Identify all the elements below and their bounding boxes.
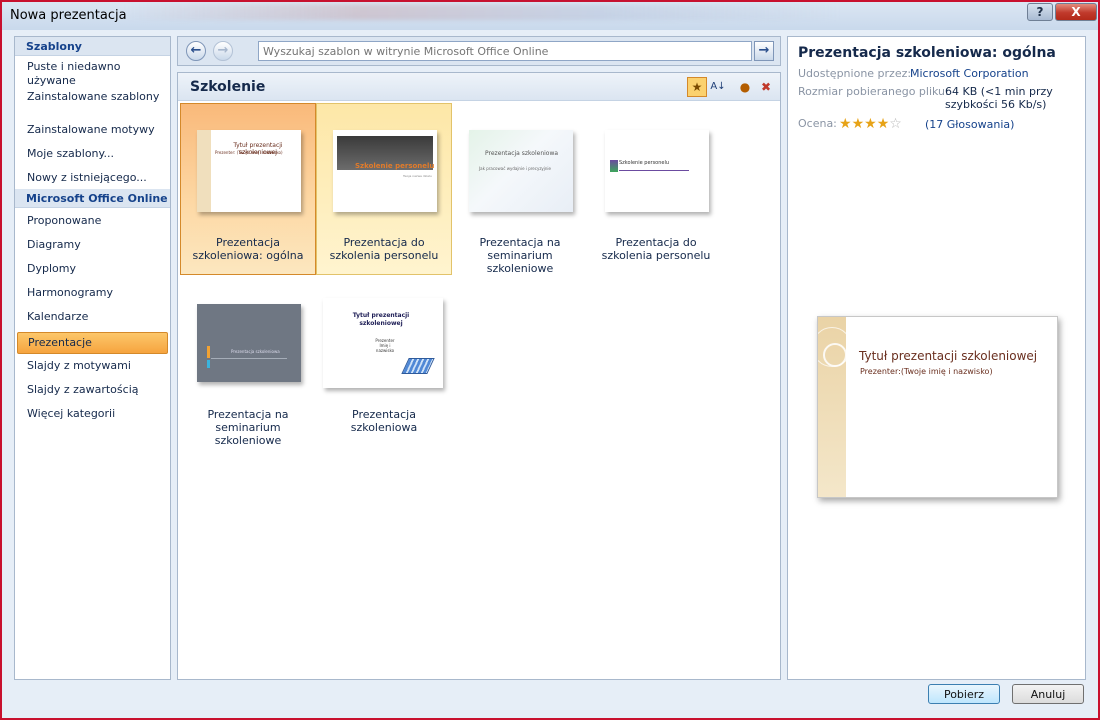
- window-title: Nowa prezentacja: [10, 8, 127, 23]
- sidebar-item-diplomas[interactable]: Dyplomy: [15, 262, 170, 286]
- download-button[interactable]: Pobierz: [928, 684, 1000, 704]
- rating-stars[interactable]: ★★★★☆: [839, 116, 902, 132]
- forward-button[interactable]: →: [213, 41, 233, 61]
- back-button[interactable]: ←: [186, 41, 206, 61]
- close-button[interactable]: X: [1055, 3, 1097, 21]
- thumb-title: Prezentacja szkoleniowa: [231, 349, 280, 354]
- preview-title: Tytuł prezentacji szkoleniowej: [859, 349, 1038, 363]
- sidebar-item-new-from-existing[interactable]: Nowy z istniejącego...: [15, 171, 170, 187]
- provided-by-link[interactable]: Microsoft Corporation: [910, 67, 1029, 80]
- sidebar-item-more-categories[interactable]: Więcej kategorii: [15, 402, 170, 426]
- thumb-title: Szkolenie personelu: [355, 162, 435, 170]
- sidebar-item-content-slides[interactable]: Slajdy z zawartością: [15, 378, 170, 402]
- template-tile[interactable]: Tytuł prezentacji szkoleniowej Prezenter…: [180, 103, 316, 275]
- sidebar-item-featured[interactable]: Proponowane: [15, 214, 170, 238]
- template-thumbnail: Szkolenie personelu: [605, 130, 709, 212]
- sidebar-header-office-online: Microsoft Office Online: [15, 189, 170, 208]
- vote-count[interactable]: (17 Głosowania): [925, 118, 1014, 131]
- thumb-subtitle: Twoja nazwa działu: [403, 174, 432, 178]
- sidebar-item-installed-templates[interactable]: Zainstalowane szablony: [15, 90, 170, 123]
- thumb-subtitle: Jak pracować wydajnie i precyzyjnie: [479, 166, 552, 171]
- template-preview: Tytuł prezentacji szkoleniowej Prezenter…: [817, 316, 1058, 498]
- rating-label: Ocena:: [798, 117, 837, 130]
- star-icon: ★: [876, 116, 890, 132]
- title-bar[interactable]: Nowa prezentacja ? X: [2, 2, 1098, 30]
- sort-by-rating-icon[interactable]: ★: [687, 77, 707, 97]
- help-button[interactable]: ?: [1027, 3, 1053, 21]
- sidebar-item-diagrams[interactable]: Diagramy: [15, 238, 170, 262]
- star-icon: ★: [851, 116, 865, 132]
- cancel-button[interactable]: Anuluj: [1012, 684, 1084, 704]
- thumb-subtitle: Prezenter Imię i nazwisko: [375, 338, 395, 353]
- template-tile[interactable]: Prezentacja szkoleniowa Prezentacja na s…: [180, 275, 316, 447]
- keyboard-illustration: [401, 358, 435, 374]
- gallery-header: Szkolenie ★ A↓ ● ✖: [178, 73, 780, 101]
- sidebar-item-theme-slides[interactable]: Slajdy z motywami: [15, 354, 170, 378]
- gallery-title: Szkolenie: [190, 79, 266, 95]
- template-thumbnail: Tytuł prezentacji szkoleniowej Prezenter…: [323, 298, 443, 388]
- remove-author-icon[interactable]: ✖: [756, 77, 776, 97]
- thumb-title: Prezentacja szkoleniowa: [485, 150, 559, 157]
- provided-by-label: Udostępnione przez:: [798, 67, 912, 80]
- template-thumbnail: Tytuł prezentacji szkoleniowej Prezenter…: [197, 130, 301, 212]
- template-thumbnail: Prezentacja szkoleniowa Jak pracować wyd…: [469, 130, 573, 212]
- template-thumbnail: Szkolenie personelu Twoja nazwa działu: [333, 130, 437, 212]
- template-gallery: Szkolenie ★ A↓ ● ✖ Tytuł prezentacji szk…: [177, 72, 781, 680]
- search-input[interactable]: [258, 41, 752, 61]
- sort-alphabetical-icon[interactable]: A↓: [708, 77, 728, 97]
- sidebar-item-calendars[interactable]: Kalendarze: [15, 310, 170, 332]
- details-title: Prezentacja szkoleniowa: ogólna: [798, 45, 1056, 61]
- template-thumbnail: Prezentacja szkoleniowa: [197, 304, 301, 382]
- thumb-title: Tytuł prezentacji szkoleniowej: [352, 312, 410, 327]
- star-empty-icon: ☆: [889, 116, 902, 132]
- download-size-label: Rozmiar pobieranego pliku:: [798, 85, 949, 98]
- thumb-title: Szkolenie personelu: [619, 160, 670, 166]
- category-sidebar: Szablony Puste i niedawno używane Zainst…: [14, 36, 171, 680]
- template-tile[interactable]: Szkolenie personelu Prezentacja do szkol…: [588, 103, 724, 275]
- title-bar-background: [122, 4, 842, 20]
- template-tile[interactable]: Prezentacja szkoleniowa Jak pracować wyd…: [452, 103, 588, 275]
- template-label: Prezentacja do szkolenia personelu: [329, 236, 439, 262]
- download-size-value-2: szybkości 56 Kb/s): [945, 98, 1047, 111]
- template-tile[interactable]: Szkolenie personelu Twoja nazwa działu P…: [316, 103, 452, 275]
- sidebar-header-templates: Szablony: [15, 37, 170, 56]
- download-size-value: 64 KB (<1 min przy: [945, 85, 1053, 98]
- template-label: Prezentacja na seminarium szkoleniowe: [479, 236, 561, 275]
- search-bar: ← → →: [177, 36, 781, 66]
- search-go-button[interactable]: →: [754, 41, 774, 61]
- sidebar-item-blank-recent[interactable]: Puste i niedawno używane: [15, 60, 170, 90]
- template-details: Prezentacja szkoleniowa: ogólna Udostępn…: [787, 36, 1086, 680]
- star-icon: ★: [839, 116, 852, 132]
- star-icon: ★: [864, 116, 877, 132]
- template-label: Prezentacja na seminarium szkoleniowe: [207, 408, 289, 447]
- sidebar-item-installed-themes[interactable]: Zainstalowane motywy: [15, 123, 170, 147]
- sidebar-item-presentations[interactable]: Prezentacje: [17, 332, 168, 354]
- sidebar-item-schedules[interactable]: Harmonogramy: [15, 286, 170, 310]
- author-icon[interactable]: ●: [735, 77, 755, 97]
- sidebar-item-my-templates[interactable]: Moje szablony...: [15, 147, 170, 171]
- template-tile[interactable]: Tytuł prezentacji szkoleniowej Prezenter…: [316, 275, 452, 447]
- template-label: Prezentacja do szkolenia personelu: [601, 236, 711, 262]
- template-label: Prezentacja szkoleniowa: ogólna: [192, 236, 304, 262]
- thumb-subtitle: Prezenter: (Twoje imię i nazwisko): [215, 150, 283, 155]
- preview-subtitle: Prezenter:(Twoje imię i nazwisko): [860, 367, 993, 376]
- template-label: Prezentacja szkoleniowa: [350, 408, 418, 434]
